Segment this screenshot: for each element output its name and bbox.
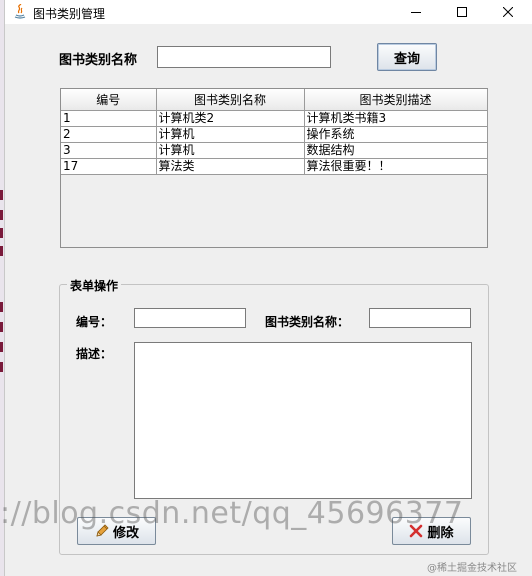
category-table: 编号 图书类别名称 图书类别描述 1 计算机类2 计算机类书籍3 2 计算机 操… [61,89,488,175]
title-bar[interactable]: 图书类别管理 [5,0,532,24]
delete-button[interactable]: 删除 [392,517,471,545]
edge-mark [0,190,3,200]
cell-id[interactable]: 3 [61,142,157,159]
id-field[interactable] [134,308,246,328]
edit-button-label: 修改 [112,525,139,541]
table-row[interactable]: 2 计算机 操作系统 [61,126,488,143]
content-pane: 图书类别名称 查询 编号 图书类别名称 图书类别描述 1 计算机类2 计算机类书… [5,24,532,576]
column-header-id[interactable]: 编号 [61,89,157,111]
minimize-button[interactable] [393,0,439,24]
id-label: 编号： [76,315,113,329]
cell-description[interactable]: 操作系统 [304,126,488,143]
description-textarea[interactable] [134,342,472,499]
cell-id[interactable]: 17 [61,158,157,175]
pencil-icon [96,524,109,537]
description-label: 描述： [76,347,113,361]
search-button[interactable]: 查询 [377,43,437,71]
source-badge: @稀土掘金技术社区 [427,563,517,574]
close-icon [503,7,513,17]
edge-mark [0,210,3,220]
edge-mark [0,322,3,332]
edge-mark [0,342,3,352]
edge-mark [0,362,3,372]
edge-mark [0,246,3,256]
search-label: 图书类别名称 [59,53,138,68]
java-app-icon [13,3,27,19]
window-title: 图书类别管理 [33,7,106,21]
category-table-scrollpane[interactable]: 编号 图书类别名称 图书类别描述 1 计算机类2 计算机类书籍3 2 计算机 操… [60,88,488,248]
delete-x-icon [410,524,423,538]
cell-name[interactable]: 算法类 [156,158,305,175]
category-name-field[interactable] [369,308,471,328]
cell-name[interactable]: 计算机类2 [156,110,305,127]
edge-mark [0,228,3,238]
minimize-icon [411,12,421,13]
search-input[interactable] [157,46,331,68]
table-row[interactable]: 3 计算机 数据结构 [61,142,488,159]
cell-name[interactable]: 计算机 [156,126,305,143]
cell-description[interactable]: 数据结构 [304,142,488,159]
column-header-name[interactable]: 图书类别名称 [156,89,305,111]
cell-name[interactable]: 计算机 [156,142,305,159]
cell-description[interactable]: 计算机类书籍3 [304,110,488,127]
cell-id[interactable]: 1 [61,110,157,127]
delete-button-label: 删除 [427,525,454,541]
book-category-window: 图书类别管理 图书类别名称 查询 编号 图书类别名称 图书类别描述 1 计算机类… [4,0,532,576]
form-group-title: 表单操作 [67,277,122,294]
table-row[interactable]: 17 算法类 算法很重要！！ [61,158,488,175]
maximize-button[interactable] [439,0,485,24]
cell-id[interactable]: 2 [61,126,157,143]
search-button-label: 查询 [393,51,420,67]
category-name-label: 图书类别名称： [265,315,350,329]
cell-description[interactable]: 算法很重要！！ [304,158,488,175]
edge-mark [0,302,3,312]
maximize-icon [457,7,467,17]
close-button[interactable] [485,0,531,24]
table-header-row: 编号 图书类别名称 图书类别描述 [61,89,488,111]
edit-button[interactable]: 修改 [77,517,156,545]
column-header-description[interactable]: 图书类别描述 [304,89,488,111]
table-row[interactable]: 1 计算机类2 计算机类书籍3 [61,110,488,127]
